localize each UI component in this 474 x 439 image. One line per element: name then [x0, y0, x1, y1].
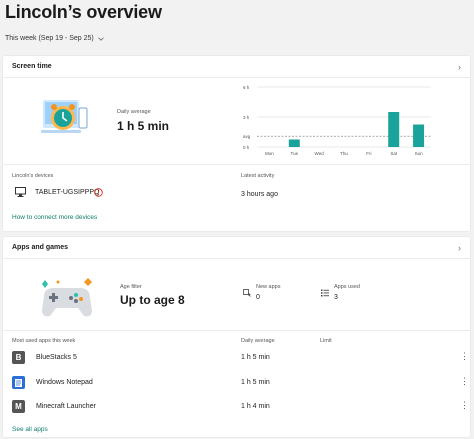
apps-used-icon — [321, 289, 329, 297]
see-all-apps-link[interactable]: See all apps — [12, 426, 48, 433]
x-tick-label: Thu — [340, 151, 348, 156]
app-icon — [12, 376, 25, 389]
column-most-used: Most used apps this week — [12, 338, 76, 344]
device-name[interactable]: TABLET-UGSIPPPQ — [35, 189, 99, 196]
page-title: Lincoln’s overview — [5, 2, 162, 22]
apps-used-label: Apps used — [334, 284, 360, 290]
app-name[interactable]: Minecraft Launcher — [36, 403, 96, 410]
age-filter-value: Up to age 8 — [120, 293, 185, 307]
y-tick-label: 6 h — [243, 85, 250, 90]
bar-tue — [288, 139, 300, 147]
game-controller-illustration — [42, 278, 92, 317]
screen-time-title: Screen time — [12, 63, 52, 70]
new-apps-icon — [243, 289, 251, 297]
app-icon: M — [12, 400, 25, 413]
app-icon: B — [12, 351, 25, 364]
apps-games-card: Apps and games › Age filter Up to age 8 … — [3, 237, 470, 437]
week-selector[interactable]: This week (Sep 19 - Sep 25) — [5, 35, 104, 42]
chevron-down-icon — [98, 37, 104, 41]
x-tick-label: Mon — [265, 151, 274, 156]
app-name[interactable]: Windows Notepad — [36, 379, 93, 386]
more-options-icon[interactable]: ⋮ — [460, 401, 469, 410]
more-options-icon[interactable]: ⋮ — [460, 377, 469, 386]
app-daily-average: 1 h 4 min — [241, 403, 270, 410]
apps-games-title: Apps and games — [12, 244, 69, 251]
more-options-icon[interactable]: ⋮ — [460, 352, 469, 361]
apps-used-value: 3 — [334, 294, 338, 301]
screen-time-card: Screen time › Daily average 1 h 5 min 6 … — [3, 56, 470, 231]
x-tick-label: Fri — [366, 151, 371, 156]
app-name[interactable]: BlueStacks 5 — [36, 354, 77, 361]
column-limit: Limit — [320, 338, 332, 344]
column-daily-average: Daily average — [241, 338, 275, 344]
latest-activity-label: Latest activity — [241, 173, 275, 179]
x-tick-label: Tue — [290, 151, 298, 156]
x-tick-label: Wed — [315, 151, 325, 156]
warning-icon — [94, 188, 103, 197]
week-label: This week (Sep 19 - Sep 25) — [5, 35, 94, 42]
chevron-right-icon[interactable]: › — [458, 62, 461, 72]
apps-games-header[interactable]: Apps and games › — [3, 237, 470, 259]
screen-time-illustration — [41, 100, 88, 133]
x-tick-label: Sun — [415, 151, 424, 156]
y-tick-label: avg — [243, 134, 251, 139]
notepad-icon — [15, 378, 22, 387]
daily-average-value: 1 h 5 min — [117, 119, 170, 133]
latest-activity-value: 3 hours ago — [241, 191, 278, 198]
screen-time-header[interactable]: Screen time › — [3, 56, 470, 78]
chevron-right-icon[interactable]: › — [458, 243, 461, 253]
new-apps-label: New apps — [256, 284, 281, 290]
age-filter-label: Age filter — [120, 284, 142, 290]
y-tick-label: 3 h — [243, 115, 250, 120]
connect-devices-link[interactable]: How to connect more devices — [12, 214, 97, 221]
app-daily-average: 1 h 5 min — [241, 354, 270, 361]
bar-sat — [388, 112, 400, 147]
bar-sun — [413, 124, 425, 147]
app-daily-average: 1 h 5 min — [241, 379, 270, 386]
devices-label: Lincoln's devices — [12, 173, 54, 179]
daily-average-label: Daily average — [117, 109, 151, 115]
new-apps-value: 0 — [256, 294, 260, 301]
desktop-icon — [15, 187, 26, 197]
screen-time-chart: 6 h 3 h avg 0 h Mon Tue Wed Thu Fri Sat Sun — [243, 85, 431, 156]
x-tick-label: Sat — [390, 151, 398, 156]
y-tick-label: 0 h — [243, 145, 250, 150]
